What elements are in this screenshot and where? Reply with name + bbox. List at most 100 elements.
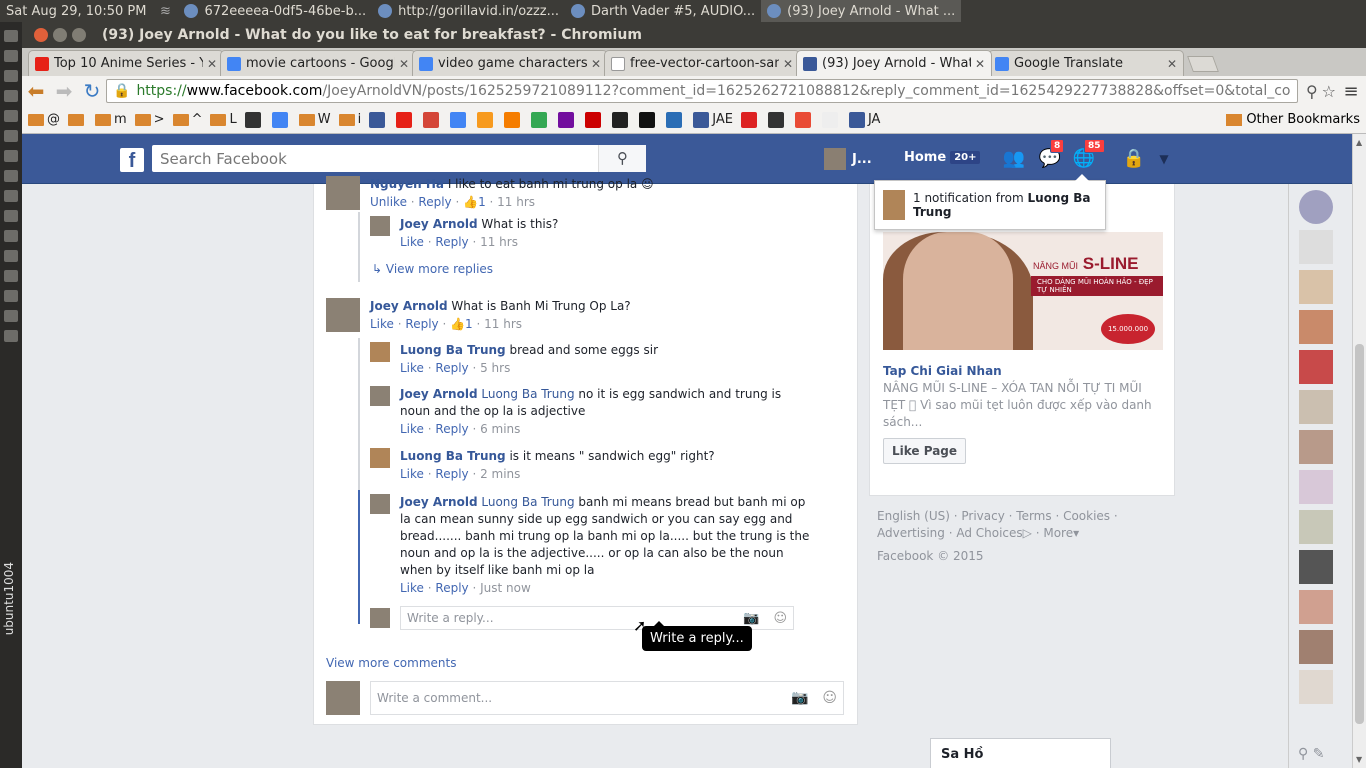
chat-contact-avatar[interactable] <box>1299 190 1333 224</box>
launcher-app-icon[interactable] <box>4 270 18 282</box>
bookmark-item[interactable] <box>423 111 442 128</box>
like-link[interactable]: Like <box>400 581 424 595</box>
footer-link-terms[interactable]: Terms <box>1016 509 1051 523</box>
bookmark-item[interactable] <box>369 111 388 128</box>
menu-icon[interactable]: ≡ <box>1336 81 1366 102</box>
browser-tab[interactable]: free-vector-cartoon-san ✕ <box>604 50 800 76</box>
camera-icon[interactable]: 📷 <box>791 690 808 706</box>
comment-time[interactable]: 6 mins <box>480 422 520 436</box>
emoji-icon[interactable]: ☺ <box>822 690 837 706</box>
browser-tab[interactable]: movie cartoons - Googl ✕ <box>220 50 416 76</box>
chat-contact-avatar[interactable] <box>1299 390 1333 424</box>
mention-link[interactable]: Luong Ba Trung <box>481 387 574 401</box>
launcher-app-icon[interactable] <box>4 150 18 162</box>
chat-contact-avatar[interactable] <box>1299 270 1333 304</box>
launcher-app-icon[interactable] <box>4 110 18 122</box>
search-box[interactable]: Search Facebook ⚲ <box>152 145 646 172</box>
reply-link[interactable]: Reply <box>435 581 468 595</box>
search-input[interactable]: Search Facebook <box>152 150 598 168</box>
browser-tab[interactable]: video game characters ✕ <box>412 50 608 76</box>
bookmark-item[interactable]: @ <box>28 112 60 127</box>
comment-input[interactable]: Write a comment... 📷 ☺ <box>370 681 844 715</box>
forward-icon[interactable]: ➡ <box>50 79 78 103</box>
messages-icon[interactable]: 💬 8 <box>1038 139 1065 170</box>
bookmark-item[interactable]: > <box>134 112 165 127</box>
launcher-app-icon[interactable] <box>4 310 18 322</box>
launcher-app-icon[interactable] <box>4 30 18 42</box>
like-link[interactable]: Like <box>400 361 424 375</box>
view-more-comments-link[interactable]: View more comments <box>326 656 456 670</box>
comment-time[interactable]: Just now <box>480 581 531 595</box>
like-link[interactable]: Like <box>370 317 394 331</box>
like-page-button[interactable]: Like Page <box>883 438 967 464</box>
like-link[interactable]: Like <box>400 422 424 436</box>
comment-author[interactable]: Joey Arnold <box>370 299 448 313</box>
search-icon[interactable]: ⚲ <box>1298 746 1308 762</box>
avatar[interactable] <box>370 448 390 468</box>
avatar[interactable] <box>370 342 390 362</box>
chat-contact-avatar[interactable] <box>1299 550 1333 584</box>
notifications-icon[interactable]: 🌐 85 <box>1072 139 1105 170</box>
launcher-app-icon[interactable] <box>4 190 18 202</box>
taskbar-item[interactable]: http://gorillavid.in/ozzz... <box>372 0 565 22</box>
browser-tab[interactable]: Top 10 Anime Series - Y ✕ <box>28 50 224 76</box>
comment-author[interactable]: Joey Arnold <box>400 217 478 231</box>
wifi-icon[interactable]: ≋ <box>152 4 178 19</box>
mention-link[interactable]: Luong Ba Trung <box>481 495 574 509</box>
chat-contact-avatar[interactable] <box>1299 510 1333 544</box>
like-count[interactable]: 👍1 <box>450 317 473 331</box>
bookmark-item[interactable] <box>504 111 523 128</box>
bookmark-item[interactable] <box>558 111 577 128</box>
privacy-lock-icon[interactable]: 🔒 <box>1122 148 1146 170</box>
bookmark-item[interactable] <box>244 111 264 128</box>
tab-close-icon[interactable]: ✕ <box>399 57 409 71</box>
chat-contact-avatar[interactable] <box>1299 310 1333 344</box>
new-tab-button[interactable] <box>1187 56 1219 72</box>
bookmark-item[interactable] <box>271 111 291 128</box>
browser-tab[interactable]: Google Translate ✕ <box>988 50 1184 76</box>
like-link[interactable]: Like <box>400 235 424 249</box>
tab-close-icon[interactable]: ✕ <box>591 57 601 71</box>
bookmark-item[interactable]: m <box>95 112 127 127</box>
bookmark-item[interactable] <box>740 111 760 128</box>
footer-link-cookies[interactable]: Cookies <box>1063 509 1110 523</box>
bookmark-item[interactable]: i <box>338 112 361 127</box>
facebook-logo-icon[interactable]: f <box>120 148 144 172</box>
footer-link-more[interactable]: More <box>1043 526 1073 540</box>
back-icon[interactable]: ⬅ <box>22 79 50 103</box>
profile-link[interactable]: J... <box>824 148 872 170</box>
reply-link[interactable]: Reply <box>435 235 468 249</box>
reply-link[interactable]: Reply <box>435 422 468 436</box>
footer-link-advertising[interactable]: Advertising <box>877 526 945 540</box>
bookmark-star-icon[interactable]: ☆ <box>1322 82 1336 101</box>
footer-link-privacy[interactable]: Privacy <box>961 509 1004 523</box>
bookmark-item[interactable] <box>821 111 841 128</box>
tab-close-icon[interactable]: ✕ <box>207 57 217 71</box>
chevron-down-icon[interactable]: ▼ <box>1152 152 1176 174</box>
comment-author[interactable]: Luong Ba Trung <box>400 343 506 357</box>
launcher-app-icon[interactable] <box>4 230 18 242</box>
bookmark-item[interactable]: ^ <box>172 112 202 127</box>
reply-link[interactable]: Reply <box>418 195 451 209</box>
chat-contact-avatar[interactable] <box>1299 430 1333 464</box>
comment-time[interactable]: 5 hrs <box>480 361 510 375</box>
taskbar-item[interactable]: Darth Vader #5, AUDIO... <box>565 0 761 22</box>
launcher-app-icon[interactable] <box>4 90 18 102</box>
compose-icon[interactable]: ✎ <box>1313 746 1325 762</box>
search-icon[interactable]: ⚲ <box>598 145 646 172</box>
launcher-app-icon[interactable] <box>4 70 18 82</box>
tab-close-icon[interactable]: ✕ <box>783 57 793 71</box>
ad-image[interactable]: NÂNG MŨI S-LINE CHO DÁNG MŨI HOÀN HẢO - … <box>883 232 1163 350</box>
scroll-up-icon[interactable]: ▲ <box>1356 138 1362 147</box>
camera-icon[interactable]: 📷 <box>743 611 759 626</box>
like-count[interactable]: 👍1 <box>463 195 486 209</box>
chat-contact-avatar[interactable] <box>1299 670 1333 704</box>
avatar[interactable] <box>370 216 390 236</box>
scroll-down-icon[interactable]: ▼ <box>1356 755 1362 764</box>
avatar[interactable] <box>326 176 360 210</box>
tab-close-icon[interactable]: ✕ <box>975 57 985 71</box>
window-close-icon[interactable] <box>34 28 48 42</box>
avatar[interactable] <box>370 386 390 406</box>
bookmark-item[interactable]: JA <box>848 111 880 128</box>
bookmark-item[interactable] <box>396 111 415 128</box>
